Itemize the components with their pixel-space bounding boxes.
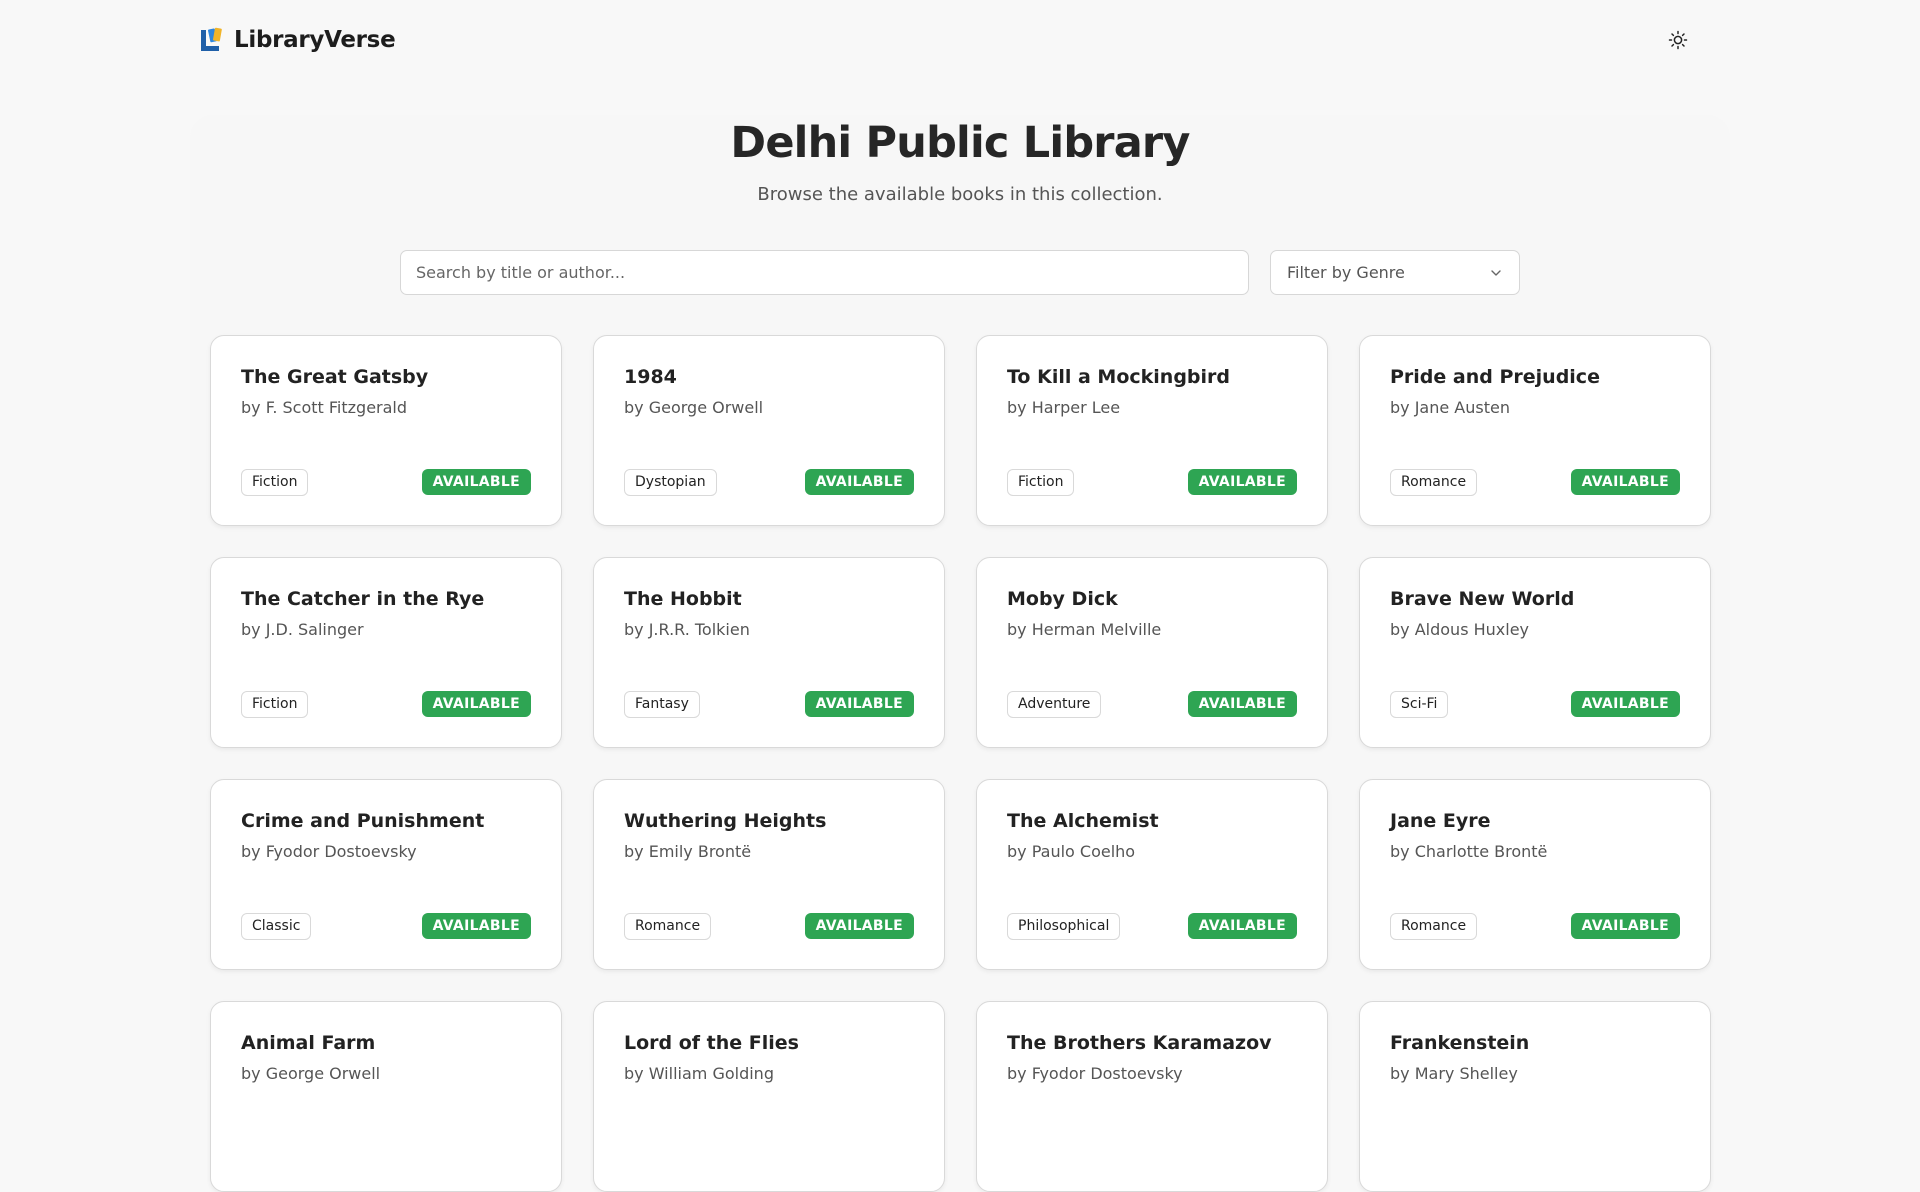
genre-tag: Fiction [1007,469,1075,496]
page-title: Delhi Public Library [730,118,1190,168]
book-title: The Hobbit [624,588,742,610]
book-author: by Aldous Huxley [1390,620,1530,639]
status-badge: AVAILABLE [804,691,914,717]
genre-tag: Fiction [241,691,309,718]
book-author: by George Orwell [624,398,764,417]
book-title: Lord of the Flies [624,1032,799,1054]
book-title: Jane Eyre [1390,810,1491,832]
book-author: by Jane Austen [1390,398,1510,417]
status-badge: AVAILABLE [1187,469,1297,495]
book-card[interactable]: Frankenstein by Mary Shelley [1359,1001,1711,1192]
book-author: by George Orwell [241,1064,381,1083]
book-title: The Catcher in the Rye [241,588,485,610]
book-author: by Paulo Coelho [1007,842,1136,861]
book-card[interactable]: The Hobbit by J.R.R. Tolkien Fantasy AVA… [593,557,945,748]
genre-filter-label: Filter by Genre [1287,263,1405,282]
genre-filter-select[interactable]: Filter by Genre [1270,250,1520,295]
genre-tag: Romance [624,913,712,940]
book-title: Pride and Prejudice [1390,366,1600,388]
brand-name: LibraryVerse [234,27,396,53]
book-card[interactable]: Crime and Punishment by Fyodor Dostoevsk… [210,779,562,970]
book-author: by Herman Melville [1007,620,1162,639]
status-badge: AVAILABLE [1570,691,1680,717]
status-badge: AVAILABLE [1570,469,1680,495]
status-badge: AVAILABLE [1187,913,1297,939]
book-card[interactable]: The Great Gatsby by F. Scott Fitzgerald … [210,335,562,526]
book-card[interactable]: The Alchemist by Paulo Coelho Philosophi… [976,779,1328,970]
book-card[interactable]: 1984 by George Orwell Dystopian AVAILABL… [593,335,945,526]
book-card[interactable]: Brave New World by Aldous Huxley Sci-Fi … [1359,557,1711,748]
book-card[interactable]: To Kill a Mockingbird by Harper Lee Fict… [976,335,1328,526]
page-subtitle: Browse the available books in this colle… [757,184,1163,205]
status-badge: AVAILABLE [1187,691,1297,717]
book-title: Wuthering Heights [624,810,827,832]
book-title: Frankenstein [1390,1032,1530,1054]
book-title: Moby Dick [1007,588,1118,610]
book-card[interactable]: Pride and Prejudice by Jane Austen Roman… [1359,335,1711,526]
book-grid: The Great Gatsby by F. Scott Fitzgerald … [210,335,1711,1192]
genre-tag: Romance [1390,913,1478,940]
genre-tag: Classic [241,913,312,940]
genre-tag: Philosophical [1007,913,1121,940]
genre-tag: Adventure [1007,691,1102,718]
book-author: by Fyodor Dostoevsky [1007,1064,1183,1083]
status-badge: AVAILABLE [804,913,914,939]
library-logo-icon [201,27,222,51]
status-badge: AVAILABLE [421,469,531,495]
book-author: by F. Scott Fitzgerald [241,398,408,417]
book-author: by William Golding [624,1064,774,1083]
genre-tag: Dystopian [624,469,717,496]
genre-tag: Fiction [241,469,309,496]
book-author: by Charlotte Brontë [1390,842,1548,861]
book-title: The Alchemist [1007,810,1159,832]
top-navigation-bar: LibraryVerse [0,0,1920,80]
status-badge: AVAILABLE [804,469,914,495]
book-title: To Kill a Mockingbird [1007,366,1230,388]
search-input[interactable] [400,250,1249,295]
status-badge: AVAILABLE [421,913,531,939]
brand[interactable]: LibraryVerse [200,24,396,56]
theme-toggle-button[interactable] [1664,26,1692,54]
book-card[interactable]: Lord of the Flies by William Golding [593,1001,945,1192]
book-author: by Fyodor Dostoevsky [241,842,417,861]
book-card[interactable]: Animal Farm by George Orwell [210,1001,562,1192]
book-card[interactable]: Moby Dick by Herman Melville Adventure A… [976,557,1328,748]
book-title: Animal Farm [241,1032,376,1054]
genre-tag: Sci-Fi [1390,691,1449,718]
book-title: The Brothers Karamazov [1007,1032,1272,1054]
genre-tag: Romance [1390,469,1478,496]
book-author: by J.D. Salinger [241,620,364,639]
sun-icon [1668,30,1688,50]
book-title: The Great Gatsby [241,366,429,388]
book-title: Crime and Punishment [241,810,485,832]
book-title: Brave New World [1390,588,1575,610]
book-author: by J.R.R. Tolkien [624,620,750,639]
status-badge: AVAILABLE [421,691,531,717]
book-title: 1984 [624,366,677,388]
book-card[interactable]: Jane Eyre by Charlotte Brontë Romance AV… [1359,779,1711,970]
book-author: by Harper Lee [1007,398,1121,417]
status-badge: AVAILABLE [1570,913,1680,939]
book-author: by Emily Brontë [624,842,752,861]
genre-tag: Fantasy [624,691,700,718]
book-card[interactable]: Wuthering Heights by Emily Brontë Romanc… [593,779,945,970]
book-card[interactable]: The Brothers Karamazov by Fyodor Dostoev… [976,1001,1328,1192]
book-card[interactable]: The Catcher in the Rye by J.D. Salinger … [210,557,562,748]
chevron-down-icon [1491,269,1501,276]
book-author: by Mary Shelley [1390,1064,1518,1083]
